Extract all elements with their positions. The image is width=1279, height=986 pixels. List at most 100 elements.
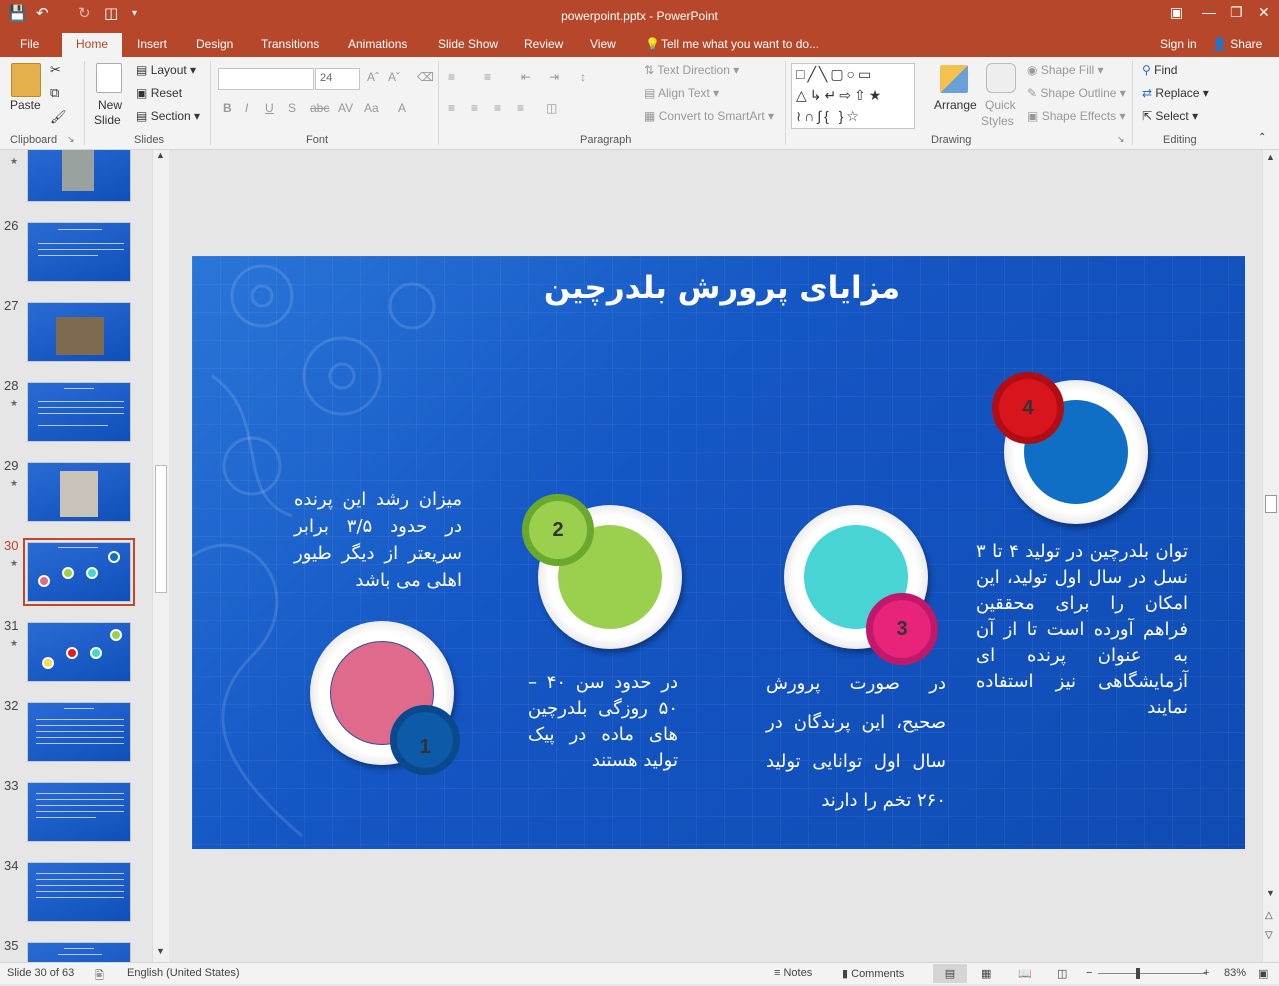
scroll-thumb[interactable] [1265,495,1277,513]
tab-animations[interactable]: Animations [348,37,407,51]
slideshow-view-icon[interactable]: ◫ [1057,967,1067,980]
font-size-input[interactable]: 24 [315,68,360,90]
fit-slide-icon[interactable]: ▣ [1258,967,1268,980]
slide-thumbnail-selected[interactable] [23,538,135,606]
shape-fill-button[interactable]: ◉ Shape Fill ▾ [1027,63,1104,77]
text-direction-button[interactable]: ⇅ Text Direction ▾ [644,63,739,77]
align-text-button[interactable]: ▤ Align Text ▾ [644,86,719,100]
new-slide-button-line2[interactable]: Slide [94,113,121,127]
tab-file[interactable]: File [20,37,39,51]
zoom-slider-track[interactable] [1098,973,1206,974]
font-name-input[interactable] [218,68,314,90]
decrease-indent-icon[interactable]: ⇤ [521,70,531,84]
normal-view-icon[interactable]: ▤ [933,964,967,983]
slide-thumbnail[interactable] [27,782,131,842]
sign-in-link[interactable]: Sign in [1160,37,1197,51]
slide-thumbnail[interactable] [27,150,131,202]
increase-indent-icon[interactable]: ⇥ [549,70,559,84]
find-button[interactable]: ⚲ Find [1142,63,1177,77]
slide-title[interactable]: مزایای پرورش بلدرچین [422,270,1022,306]
comments-button[interactable]: ▮ Comments [842,967,904,980]
zoom-in-icon[interactable]: + [1203,967,1209,979]
cut-icon[interactable]: ✂ [50,62,61,78]
justify-icon[interactable]: ≡ [517,101,524,115]
item-1-text[interactable]: میزان رشد این پرنده در حدود ۳/۵ برابر سر… [294,486,462,594]
slide-thumbnail[interactable] [27,382,131,442]
numbering-icon[interactable]: ≡ [484,70,491,84]
paste-button[interactable]: Paste [10,98,41,112]
drawing-launcher-icon[interactable]: ↘ [1117,134,1125,145]
tab-insert[interactable]: Insert [137,37,167,51]
align-center-icon[interactable]: ≡ [471,101,478,115]
previous-slide-icon[interactable]: △ [1265,910,1273,921]
slide-thumbnail[interactable] [27,942,131,962]
clear-formatting-icon[interactable]: ⌫ [417,70,434,84]
shape-effects-button[interactable]: ▣ Shape Effects ▾ [1027,109,1126,123]
character-spacing-icon[interactable]: AV [338,101,353,115]
scroll-down-icon[interactable]: ▼ [1266,888,1275,898]
next-slide-icon[interactable]: ▽ [1265,930,1273,941]
bold-icon[interactable]: B [223,101,232,115]
tab-design[interactable]: Design [196,37,233,51]
notes-button[interactable]: ≡ Notes [774,967,812,979]
bullets-icon[interactable]: ≡ [448,70,455,84]
slide-sorter-icon[interactable]: ▦ [981,967,991,980]
decrease-font-icon[interactable]: Aˇ [388,70,400,84]
quick-styles-icon[interactable] [986,63,1016,93]
slide-thumbnail[interactable] [27,702,131,762]
replace-button[interactable]: ⇄ Replace ▾ [1142,86,1209,100]
reset-button[interactable]: ▣ Reset [136,86,182,100]
reading-view-icon[interactable]: 📖 [1018,967,1032,980]
zoom-slider-handle[interactable] [1136,968,1140,979]
share-button[interactable]: 👤 Share [1212,37,1262,51]
slide-thumbnail[interactable] [27,622,131,682]
tab-view[interactable]: View [590,37,616,51]
shape-outline-button[interactable]: ✎ Shape Outline ▾ [1027,86,1126,100]
tab-slide-show[interactable]: Slide Show [438,37,498,51]
item-2-text[interactable]: در حدود سن ۴۰ – ۵۰ روزگی بلدرچین های ماد… [528,670,678,774]
columns-icon[interactable]: ◫ [546,101,557,115]
collapse-ribbon-icon[interactable]: ⌃ [1258,132,1266,143]
thumbnail-scrollbar[interactable]: ▲ ▼ [152,150,169,962]
scroll-up-icon[interactable]: ▲ [1266,152,1275,162]
minimize-icon[interactable]: — [1202,4,1216,20]
clipboard-launcher-icon[interactable]: ↘ [67,134,75,145]
zoom-out-icon[interactable]: − [1086,967,1092,979]
item-4-text[interactable]: توان بلدرچین در تولید ۴ تا ۳ نسل در سال … [976,539,1188,721]
italic-icon[interactable]: I [245,101,248,115]
copy-icon[interactable]: ⧉ [50,85,59,101]
shapes-gallery[interactable]: □╱╲▢○▭ △↳↵⇨⇧★ ≀∩∫{ }☆ [791,63,915,129]
spellcheck-icon[interactable]: 🖹 [95,967,104,986]
change-case-icon[interactable]: Aa [364,101,379,115]
item-3-text[interactable]: در صورت پرورش صحیح، این پرندگان در سال ا… [766,664,946,820]
strikethrough-icon[interactable]: abc [310,101,329,115]
tab-review[interactable]: Review [524,37,563,51]
zoom-level[interactable]: 83% [1224,967,1246,979]
slide-thumbnail[interactable] [27,862,131,922]
arrange-icon[interactable] [940,65,968,93]
tell-me-box[interactable]: Tell me what you want to do... [661,37,819,51]
shadow-icon[interactable]: S [288,101,296,115]
layout-button[interactable]: ▤ Layout ▾ [136,63,196,77]
editor-scrollbar[interactable]: ▲ ▼ △ ▽ [1262,150,1279,962]
arrange-button[interactable]: Arrange [934,98,977,112]
select-button[interactable]: ⇱ Select ▾ [1142,109,1198,123]
new-slide-button[interactable]: New [98,98,122,112]
align-right-icon[interactable]: ≡ [494,101,501,115]
slide-canvas[interactable]: مزایای پرورش بلدرچین میزان رشد این پرنده… [192,256,1245,849]
ribbon-display-options-icon[interactable]: ▣ [1170,4,1183,21]
tab-transitions[interactable]: Transitions [261,37,319,51]
format-painter-icon[interactable]: 🖌 [50,109,67,125]
scroll-down-icon[interactable]: ▼ [156,946,165,956]
language-status[interactable]: English (United States) [127,967,240,979]
scroll-thumb[interactable] [155,465,167,593]
new-slide-icon[interactable] [96,63,122,93]
close-icon[interactable]: ✕ [1258,4,1270,21]
underline-icon[interactable]: U [265,101,274,115]
slide-thumbnail[interactable] [27,222,131,282]
slide-thumbnail[interactable] [27,462,131,522]
convert-smartart-button[interactable]: ▦ Convert to SmartArt ▾ [644,109,774,123]
restore-icon[interactable]: ❐ [1230,4,1243,21]
font-color-icon[interactable]: A [398,101,406,115]
quick-styles-button-line2[interactable]: Styles [981,114,1014,128]
